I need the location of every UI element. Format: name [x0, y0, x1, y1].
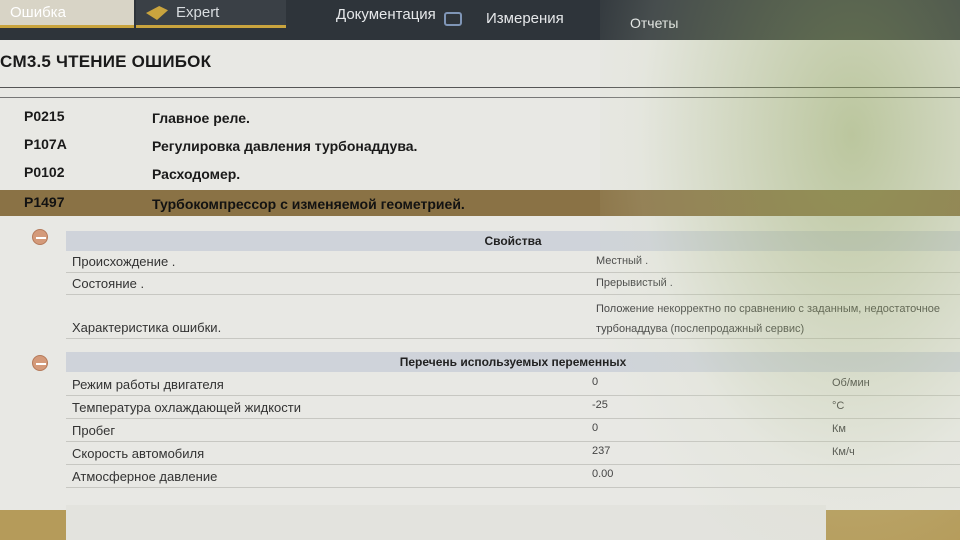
- dtc-description: Расходомер.: [152, 166, 241, 182]
- tab-measurements-label: Измерения: [486, 10, 564, 27]
- tab-measurements[interactable]: Измерения: [444, 6, 574, 34]
- dtc-description: Регулировка давления турбонаддува.: [152, 138, 418, 154]
- variable-value: 237: [592, 445, 611, 457]
- tab-documentation[interactable]: Документация: [326, 2, 446, 30]
- properties-header: Свойства: [66, 231, 960, 251]
- page-title: CM3.5 ЧТЕНИЕ ОШИБОК: [0, 52, 212, 71]
- property-row: Характеристика ошибки. Положение некорре…: [66, 295, 960, 339]
- variable-row: Температура охлаждающей жидкости -25 °C: [66, 396, 960, 419]
- variable-row: Атмосферное давление 0.00: [66, 465, 960, 488]
- dtc-code: P107A: [24, 136, 67, 152]
- variables-header: Перечень используемых переменных: [66, 352, 960, 372]
- collapse-variables-icon[interactable]: [32, 355, 48, 371]
- tab-expert[interactable]: Expert: [136, 0, 286, 28]
- property-label: Характеристика ошибки.: [72, 320, 222, 335]
- collapse-properties-icon[interactable]: [32, 229, 48, 245]
- variable-unit: Км: [832, 423, 846, 435]
- dtc-row[interactable]: P0215 Главное реле.: [0, 104, 960, 130]
- variable-row: Пробег 0 Км: [66, 419, 960, 442]
- property-row: Состояние . Прерывистый .: [66, 273, 960, 295]
- dtc-code: P0215: [24, 108, 65, 124]
- variable-row: Режим работы двигателя 0 Об/мин: [66, 373, 960, 396]
- variable-unit: Км/ч: [832, 446, 855, 458]
- property-value-cont: турбонаддува (послепродажный сервис): [596, 323, 805, 335]
- bottom-panel: [66, 505, 826, 540]
- variable-row: Скорость автомобиля 237 Км/ч: [66, 442, 960, 465]
- dtc-code: P1497: [24, 194, 65, 210]
- divider: [0, 97, 960, 98]
- dtc-description: Главное реле.: [152, 110, 250, 126]
- variable-value: 0: [592, 422, 599, 434]
- tab-errors[interactable]: Ошибка: [0, 0, 134, 28]
- dtc-row-selected[interactable]: P1497 Турбокомпрессор с изменяемой геоме…: [0, 190, 960, 216]
- property-label: Состояние .: [72, 276, 145, 291]
- variable-label: Температура охлаждающей жидкости: [72, 400, 301, 415]
- top-tab-bar: Ошибка Expert Документация Измерения Отч…: [0, 0, 960, 40]
- property-label: Происхождение .: [72, 254, 176, 269]
- divider: [0, 87, 960, 88]
- tab-expert-label: Expert: [176, 4, 220, 21]
- expert-logo-icon: [146, 6, 168, 21]
- dtc-description: Турбокомпрессор с изменяемой геометрией.: [152, 196, 465, 212]
- variable-value: -25: [592, 399, 608, 411]
- variable-label: Скорость автомобиля: [72, 446, 205, 461]
- variable-value: 0.00: [592, 468, 614, 480]
- variable-value: 0: [592, 376, 599, 388]
- property-value: Положение некорректно по сравнению с зад…: [596, 303, 941, 315]
- variable-label: Пробег: [72, 423, 116, 438]
- dtc-code: P0102: [24, 164, 65, 180]
- measurements-icon: [444, 12, 462, 26]
- error-reading-panel: CM3.5 ЧТЕНИЕ ОШИБОК P0215 Главное реле. …: [0, 40, 960, 510]
- tab-reports[interactable]: Отчеты: [620, 10, 688, 38]
- dtc-row[interactable]: P0102 Расходомер.: [0, 160, 960, 186]
- variable-unit: Об/мин: [832, 377, 870, 389]
- property-value: Прерывистый .: [596, 277, 673, 289]
- variable-unit: °C: [832, 400, 845, 412]
- dtc-row[interactable]: P107A Регулировка давления турбонаддува.: [0, 132, 960, 158]
- property-value: Местный .: [596, 255, 649, 267]
- variable-label: Атмосферное давление: [72, 469, 218, 484]
- variable-label: Режим работы двигателя: [72, 377, 224, 392]
- property-row: Происхождение . Местный .: [66, 251, 960, 273]
